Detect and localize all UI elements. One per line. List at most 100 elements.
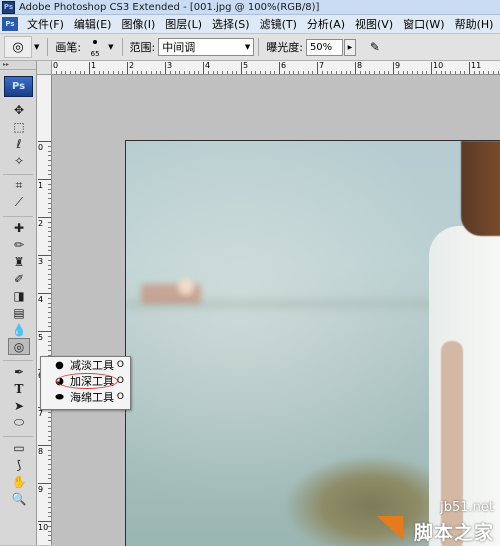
ruler-minor-tick bbox=[99, 71, 100, 74]
flyout-item-sponge[interactable]: ⬬ 海绵工具 O bbox=[41, 389, 130, 405]
ruler-minor-tick bbox=[48, 241, 51, 242]
toolbox-grip[interactable]: ▸▸ bbox=[0, 61, 36, 70]
ruler-minor-tick bbox=[312, 71, 313, 74]
ruler-label: 3 bbox=[38, 257, 43, 266]
ruler-minor-tick bbox=[48, 345, 51, 346]
exposure-input[interactable]: 50% bbox=[306, 39, 343, 56]
ruler-minor-tick bbox=[48, 502, 51, 503]
menu-analysis[interactable]: 分析(A) bbox=[302, 16, 350, 32]
ruler-minor-tick bbox=[48, 516, 51, 517]
ruler-minor-tick bbox=[132, 71, 133, 74]
ruler-major-tick bbox=[279, 62, 280, 74]
ruler-minor-tick bbox=[48, 246, 51, 247]
photo-image[interactable] bbox=[125, 140, 500, 546]
sponge-icon: ⬬ bbox=[53, 392, 66, 403]
selection-marker bbox=[44, 362, 50, 368]
flyout-item-shortcut: O bbox=[117, 392, 124, 402]
flyout-item-dodge[interactable]: ● 减淡工具 O bbox=[41, 357, 130, 373]
document-canvas[interactable] bbox=[52, 75, 500, 545]
ruler-minor-tick bbox=[48, 488, 51, 489]
range-value: 中间调 bbox=[162, 39, 195, 55]
eraser-tool-icon[interactable]: ◨ bbox=[8, 287, 30, 304]
menu-select[interactable]: 选择(S) bbox=[207, 16, 255, 32]
ruler-top[interactable]: 0 1 2 3 4 5 6 7 8 9 10 11 bbox=[37, 61, 500, 75]
ruler-minor-tick bbox=[217, 71, 218, 74]
ruler-minor-tick bbox=[48, 455, 51, 456]
menu-edit[interactable]: 编辑(E) bbox=[69, 16, 117, 32]
toolbox-ps-logo[interactable]: Ps bbox=[4, 76, 33, 97]
ruler-minor-tick bbox=[175, 71, 176, 74]
ruler-minor-tick bbox=[194, 71, 195, 74]
ruler-label: 1 bbox=[91, 61, 96, 70]
hand-tool-icon[interactable]: ✋ bbox=[8, 473, 30, 490]
ruler-minor-tick bbox=[360, 71, 361, 74]
ruler-minor-tick bbox=[48, 227, 51, 228]
zoom-tool-icon[interactable]: 🔍 bbox=[8, 490, 30, 507]
clone-stamp-tool-icon[interactable]: ♜ bbox=[8, 253, 30, 270]
tool-preset-picker[interactable]: ◎ bbox=[4, 36, 32, 58]
ruler-minor-tick bbox=[48, 198, 51, 199]
ruler-minor-tick bbox=[407, 71, 408, 74]
menu-window[interactable]: 窗口(W) bbox=[398, 16, 449, 32]
shape-tool-icon[interactable]: ⬭ bbox=[8, 414, 30, 431]
ruler-minor-tick bbox=[289, 71, 290, 74]
ruler-minor-tick bbox=[118, 71, 119, 74]
menu-file[interactable]: 文件(F) bbox=[22, 16, 69, 32]
ps-menu-logo[interactable]: Ps bbox=[2, 17, 18, 31]
path-selection-tool-icon[interactable]: ➤ bbox=[8, 397, 30, 414]
watermark-text: 脚本之家 bbox=[414, 518, 494, 545]
lasso-tool-icon[interactable]: ℓ bbox=[8, 135, 30, 152]
ruler-label: 0 bbox=[38, 143, 43, 152]
ruler-origin[interactable] bbox=[37, 61, 52, 75]
ruler-major-tick bbox=[38, 255, 51, 256]
gradient-tool-icon[interactable]: ▤ bbox=[8, 304, 30, 321]
menu-image[interactable]: 图像(I) bbox=[116, 16, 160, 32]
dodge-burn-tool-icon[interactable]: ◎ bbox=[8, 338, 30, 355]
brush-picker[interactable]: 65 bbox=[84, 36, 106, 58]
ruler-minor-tick bbox=[346, 71, 347, 74]
divider bbox=[3, 213, 33, 217]
brush-size: 65 bbox=[91, 50, 100, 58]
ruler-left[interactable]: 0 1 2 3 4 5 6 7 8 9 10 bbox=[37, 75, 52, 545]
crop-tool-icon[interactable]: ⌗ bbox=[8, 177, 30, 194]
blur-tool-icon[interactable]: 💧 bbox=[8, 321, 30, 338]
ruler-label: 5 bbox=[38, 333, 43, 342]
ruler-minor-tick bbox=[48, 317, 51, 318]
ruler-minor-tick bbox=[222, 71, 223, 74]
ruler-minor-tick bbox=[48, 469, 51, 470]
ruler-minor-tick bbox=[460, 71, 461, 74]
menu-filter[interactable]: 滤镜(T) bbox=[255, 16, 302, 32]
brush-tool-icon[interactable]: ✏ bbox=[8, 236, 30, 253]
ruler-minor-tick bbox=[48, 274, 51, 275]
slice-tool-icon[interactable]: ⟋ bbox=[8, 194, 30, 211]
ruler-minor-tick bbox=[48, 474, 51, 475]
ruler-minor-tick bbox=[48, 236, 51, 237]
history-brush-tool-icon[interactable]: ✐ bbox=[8, 270, 30, 287]
pen-tool-icon[interactable]: ✒ bbox=[8, 363, 30, 380]
menu-layer[interactable]: 图层(L) bbox=[160, 16, 207, 32]
range-select[interactable]: 中间调 ▼ bbox=[158, 38, 254, 56]
chevron-down-icon[interactable]: ▼ bbox=[34, 43, 39, 51]
eyedropper-tool-icon[interactable]: ⟆ bbox=[8, 456, 30, 473]
notes-tool-icon[interactable]: ▭ bbox=[8, 439, 30, 456]
ruler-minor-tick bbox=[113, 71, 114, 74]
chevron-down-icon[interactable]: ▼ bbox=[108, 43, 113, 51]
ruler-minor-tick bbox=[48, 279, 51, 280]
healing-brush-tool-icon[interactable]: ✚ bbox=[8, 219, 30, 236]
type-tool-icon[interactable]: T bbox=[8, 380, 30, 397]
ruler-major-tick bbox=[38, 179, 51, 180]
title-bar: Ps Adobe Photoshop CS3 Extended - [001.j… bbox=[0, 0, 500, 15]
menu-help[interactable]: 帮助(H) bbox=[450, 16, 499, 32]
divider bbox=[47, 38, 48, 56]
ruler-minor-tick bbox=[493, 71, 494, 74]
ruler-minor-tick bbox=[48, 440, 51, 441]
ruler-label: 9 bbox=[38, 485, 43, 494]
magic-wand-tool-icon[interactable]: ✧ bbox=[8, 152, 30, 169]
airbrush-icon[interactable]: ✎ bbox=[366, 38, 384, 56]
marquee-tool-icon[interactable]: ⬚ bbox=[8, 118, 30, 135]
ruler-minor-tick bbox=[146, 71, 147, 74]
exposure-slider-button[interactable]: ▶ bbox=[344, 39, 356, 56]
menu-view[interactable]: 视图(V) bbox=[350, 16, 398, 32]
move-tool-icon[interactable]: ✥ bbox=[8, 101, 30, 118]
ruler-major-tick bbox=[241, 62, 242, 74]
